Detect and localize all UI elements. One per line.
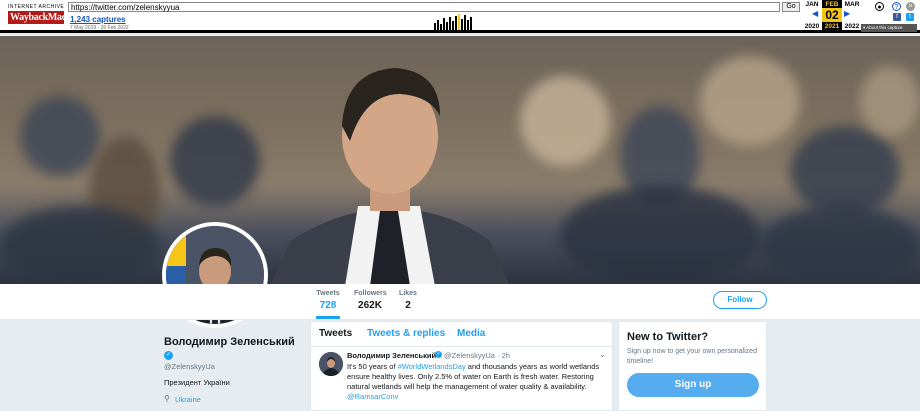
tweet-avatar[interactable] [319,352,343,376]
capture-range: 7 May 2019 - 26 Feb 2022 [70,25,129,31]
chevron-down-icon[interactable]: ⌄ [599,350,606,359]
tab-media[interactable]: Media [457,328,485,339]
tweet-meta[interactable]: @ZelenskyyUa · 2h [444,351,510,360]
prev-month-label: JAN [805,1,819,8]
stat-label: Tweets [316,290,340,297]
stat-value: 2 [405,300,411,311]
location-pin-icon: ⚲ [164,394,170,403]
stat-label: Followers [354,290,387,297]
wayback-logo[interactable]: INTERNET ARCHIVE WaybackMachine [8,4,84,28]
new-to-twitter-module: New to Twitter? Sign up now to get your … [618,321,767,411]
stat-followers[interactable]: Followers 262K [354,290,387,311]
mention-link[interactable]: @RamsarConv [347,392,398,401]
new-to-twitter-text: Sign up now to get your own personalized… [627,348,757,365]
tab-tweets-replies[interactable]: Tweets & replies [367,328,445,339]
logo-wayback-machine: WaybackMachine [8,11,84,24]
tweet-text: It's 50 years of #WorldWetlandsDay and t… [347,362,603,402]
stat-value: 262K [358,300,382,311]
go-button[interactable]: Go [782,2,800,12]
new-to-twitter-title: New to Twitter? [627,331,709,343]
tweet-avatar-image [319,352,343,376]
close-icon[interactable]: × [906,2,915,11]
timeline: Tweets Tweets & replies Media Володимир … [310,321,614,411]
profile-name[interactable]: Володимир Зеленський [164,336,295,348]
help-icon[interactable]: ? [892,2,901,11]
sign-up-button[interactable]: Sign up [627,373,759,397]
tweet-verified-icon: ✓ [435,351,442,358]
logo-internet-archive: INTERNET ARCHIVE [8,4,65,10]
next-month-label: MAR [844,1,860,8]
wayback-toolbar: INTERNET ARCHIVE WaybackMachine https://… [0,0,920,33]
header-banner-image [0,36,920,284]
follow-button[interactable]: Follow [713,291,767,309]
calendar-current: FEB 02 2021 [822,0,842,30]
facebook-icon[interactable]: f [893,13,901,21]
stat-label: Likes [399,290,417,297]
stat-likes[interactable]: Likes 2 [398,290,418,311]
stat-value: 728 [319,300,337,311]
next-year-label: 2022 [844,23,860,30]
prev-capture-arrow-icon[interactable]: ◀ [812,9,818,18]
tweet-author-name[interactable]: Володимир Зеленський [347,351,436,360]
twitter-icon[interactable]: t [906,13,914,21]
cur-day-label: 02 [822,8,842,22]
captures-link[interactable]: 1,243 captures [70,15,126,24]
timeline-divider [311,346,614,347]
url-input[interactable]: https://twitter.com/zelenskyyua [68,2,780,12]
hashtag-link[interactable]: #WorldWetlandsDay [398,362,466,371]
profile-bio: Президент України [164,378,230,387]
prev-year-label: 2020 [804,23,820,30]
cur-month-label: FEB [825,1,839,8]
profile-nav: Tweets 728 Followers 262K Likes 2 [0,284,920,320]
verified-badge-icon: ✓ [164,351,173,360]
capture-sparkline[interactable] [434,14,472,30]
profile-location[interactable]: Ukraine [175,395,201,404]
about-capture-button[interactable]: ▾ About this capture [861,24,917,32]
banner-person [270,68,510,284]
user-icon[interactable]: ● [875,2,884,11]
profile-handle[interactable]: @ZelenskyyUa [164,362,215,371]
next-capture-arrow-icon[interactable]: ▶ [844,9,850,18]
tab-tweets[interactable]: Tweets [319,328,352,339]
tweet-text-a: It's 50 years of [347,362,398,371]
cur-year-label: 2021 [824,23,840,30]
stat-tweets[interactable]: Tweets 728 [316,290,340,319]
